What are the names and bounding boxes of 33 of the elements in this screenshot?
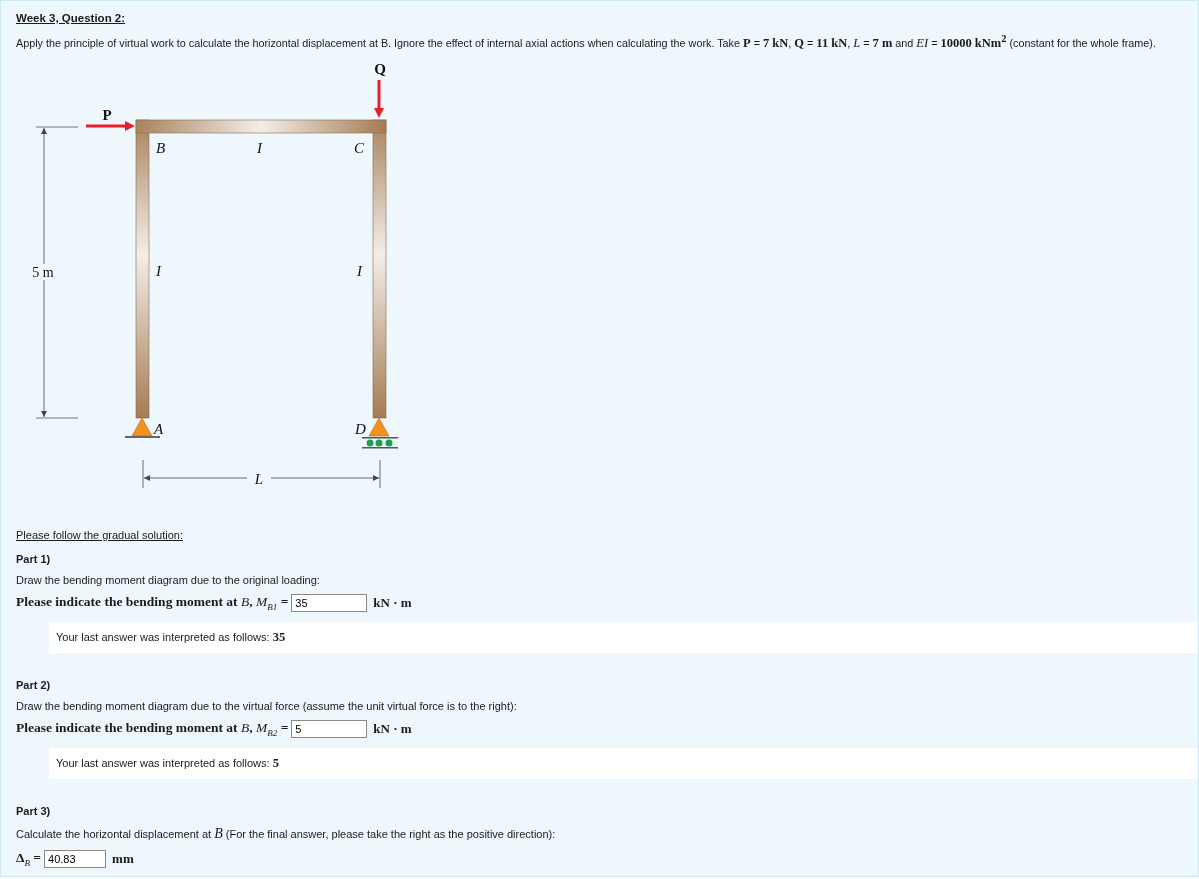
part-heading: Part 3) <box>16 805 52 818</box>
unit-label: kN · m <box>373 721 412 738</box>
joint-label: C <box>354 140 364 157</box>
answer-field[interactable]: 40.83 <box>44 850 107 869</box>
answer-prompt: Please indicate the bending moment at B, M$_{B1}$ = <box>16 594 289 612</box>
joint-label: B <box>156 140 166 157</box>
part-instruction: Draw the bending moment diagram due to the original loading: <box>16 574 321 587</box>
unit-label: mm <box>112 851 134 868</box>
load-arrow <box>374 80 384 119</box>
load-arrow <box>86 121 135 132</box>
answer-field[interactable]: 35 <box>291 594 368 613</box>
member-label: I <box>257 140 262 157</box>
answer-field[interactable]: 5 <box>291 720 368 739</box>
feedback-text: Your last answer was interpreted as follows: 5 <box>56 757 279 770</box>
unit-label: kN · m <box>373 595 412 612</box>
part-instruction: Calculate the horizontal displacement at B (For the final answer, please take the right as the positive direction): <box>16 826 557 843</box>
solution-intro: Please follow the gradual solution: <box>16 529 183 542</box>
dimension-label: L <box>254 471 264 488</box>
joint-label: D <box>355 421 366 438</box>
question-text: Apply the principle of virtual work to calculate the horizontal displacement at B. Ignore the effect of internal axial actions when calculating the work. Take P = 7 kN, Q = 11 kN, L = 7 m and EI = 10000 kNm$^{2}$ (constant for the whole frame). <box>16 33 1157 52</box>
part-heading: Part 1) <box>16 553 52 566</box>
joint-label: A <box>154 421 164 438</box>
dimension-label: 5 m <box>32 265 54 281</box>
member-label: I <box>357 263 362 280</box>
load-label: Q <box>374 61 386 78</box>
question-title: Week 3, Question 2: <box>16 12 126 24</box>
member-label: I <box>156 263 161 280</box>
feedback-text: Your last answer was interpreted as follows: 35 <box>56 631 286 644</box>
answer-prompt: Δ$_{B}$ = <box>16 850 42 868</box>
part-instruction: Draw the bending moment diagram due to the virtual force (assume the unit virtual force is to the right): <box>16 700 518 713</box>
answer-prompt: Please indicate the bending moment at B, M$_{B2}$ = <box>16 720 289 738</box>
part-heading: Part 2) <box>16 679 52 692</box>
load-label: P <box>102 107 112 124</box>
